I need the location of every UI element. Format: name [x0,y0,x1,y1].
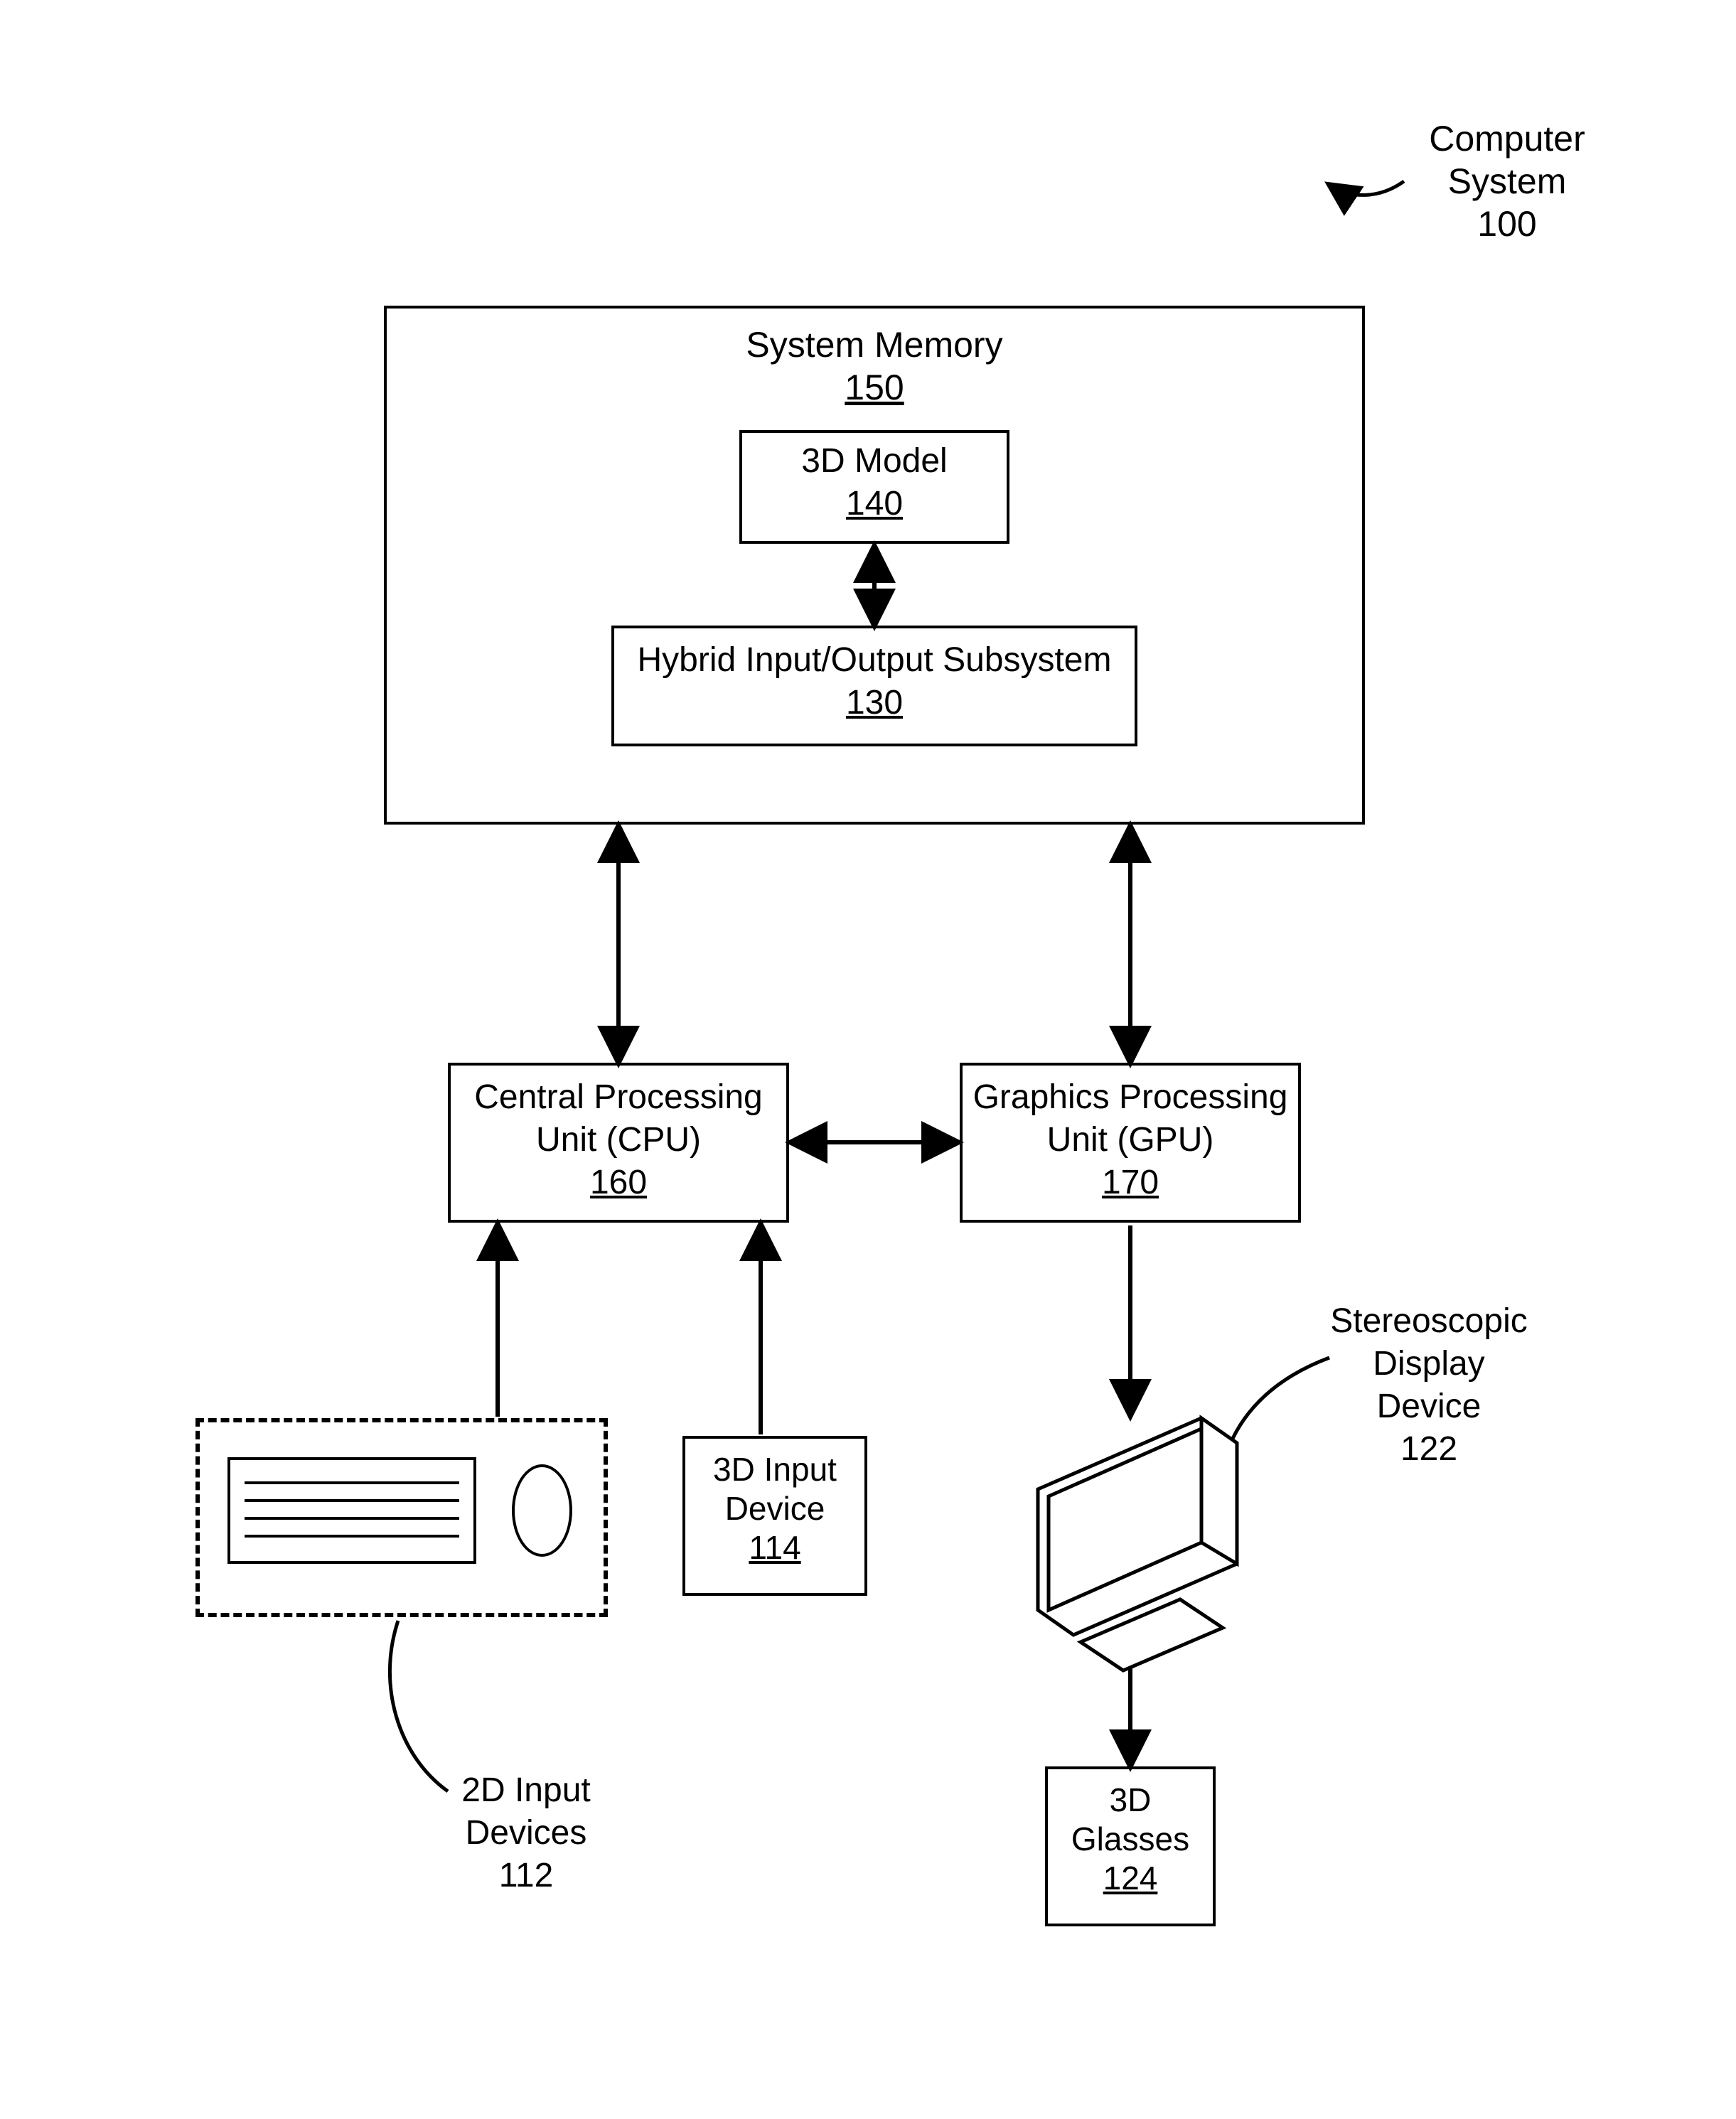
gpu-line2: Unit (GPU) [960,1120,1301,1161]
display-line1: Stereoscopic [1301,1301,1557,1342]
glasses-line1: 3D [1045,1781,1216,1820]
gpu-line1: Graphics Processing [960,1077,1301,1118]
display-line3: Device [1301,1386,1557,1427]
system-title-line2: System [1379,160,1635,203]
system-memory-ref: 150 [384,366,1365,409]
hybrid-ref: 130 [611,682,1137,724]
cpu-ref: 160 [448,1162,789,1203]
glasses-ref: 124 [1045,1859,1216,1898]
input3d-line2: Device [682,1489,867,1528]
display-line2: Display [1301,1343,1557,1385]
display-ref: 122 [1301,1429,1557,1470]
glasses-line2: Glasses [1045,1820,1216,1859]
input2d-ref: 112 [419,1855,633,1897]
input3d-ref: 114 [682,1528,867,1567]
input2d-line1: 2D Input [419,1770,633,1811]
mouse-icon [512,1464,572,1557]
system-memory-label: System Memory [384,323,1365,366]
cpu-line1: Central Processing [448,1077,789,1118]
gpu-ref: 170 [960,1162,1301,1203]
system-title-ref: 100 [1379,203,1635,245]
input2d-line2: Devices [419,1813,633,1854]
model-label: 3D Model [739,441,1009,482]
cpu-line2: Unit (CPU) [448,1120,789,1161]
system-title-line1: Computer [1379,117,1635,160]
model-ref: 140 [739,483,1009,525]
keyboard-icon [227,1457,476,1564]
input3d-line1: 3D Input [682,1450,867,1489]
hybrid-label: Hybrid Input/Output Subsystem [611,640,1137,681]
